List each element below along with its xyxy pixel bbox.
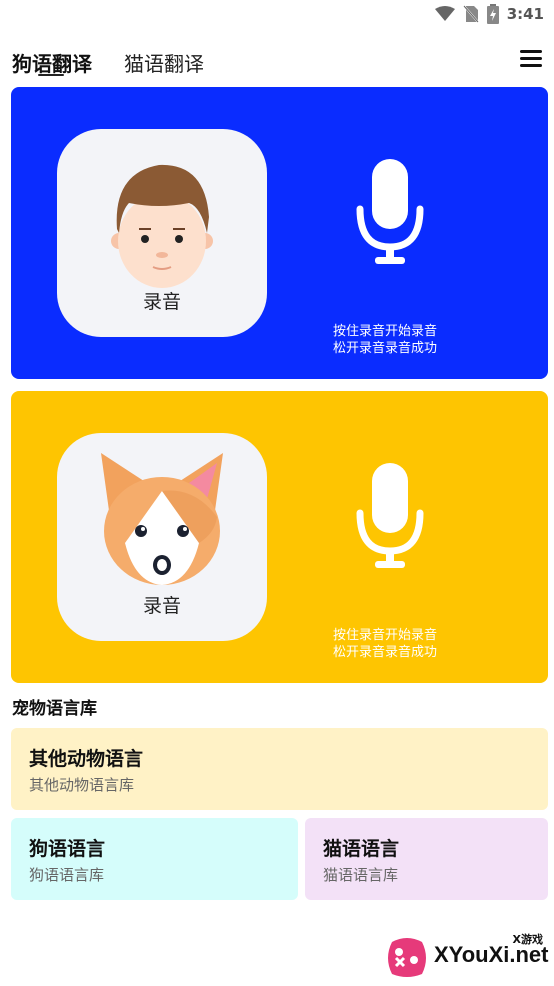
hint-line-1: 按住录音开始录音	[333, 628, 438, 643]
active-tab-indicator	[38, 74, 64, 76]
hamburger-menu-icon[interactable]	[520, 50, 542, 68]
boy-face-icon	[111, 164, 213, 288]
corgi-face-icon	[101, 453, 223, 585]
wifi-icon	[434, 6, 455, 21]
microphone-icon	[356, 159, 424, 264]
status-bar: 3:41	[0, 0, 554, 30]
hint-line-2: 松开录音录音成功	[333, 645, 438, 660]
library-item-cat[interactable]: 猫语语言 猫语语言库	[305, 818, 548, 900]
library-item-subtitle: 其他动物语言库	[29, 776, 135, 794]
dog-record-card: 录音 按住录音开始录音 松开录音录音成功	[11, 391, 548, 683]
record-hint: 按住录音开始录音 松开录音录音成功	[333, 323, 437, 357]
watermark-logo-icon	[388, 938, 426, 977]
status-icons: 3:41	[434, 4, 544, 24]
watermark: X游戏 XYouXi.net	[384, 930, 549, 980]
library-item-title: 猫语语言	[323, 838, 400, 860]
library-item-title: 其他动物语言	[29, 748, 144, 770]
tab-cat-translate[interactable]: 猫语翻译	[124, 48, 204, 77]
hint-line-1: 按住录音开始录音	[333, 324, 438, 339]
watermark-text: XYouXi.net	[434, 942, 549, 967]
library-item-dog[interactable]: 狗语语言 狗语语言库	[11, 818, 298, 900]
library-item-title: 狗语语言	[29, 838, 106, 860]
battery-icon	[486, 4, 499, 24]
status-time: 3:41	[506, 5, 544, 23]
library-section-title: 宠物语言库	[12, 699, 97, 719]
library-item-subtitle: 猫语语言库	[323, 866, 399, 884]
dog-record-button[interactable]: 录音	[57, 433, 267, 641]
tab-bar: 狗语翻译 猫语翻译	[0, 40, 554, 84]
hint-line-2: 松开录音录音成功	[333, 341, 438, 356]
human-record-card: 录音 按住录音开始录音 松开录音录音成功	[11, 87, 548, 379]
tab-dog-translate[interactable]: 狗语翻译	[12, 48, 92, 77]
microphone-icon	[356, 463, 424, 568]
no-sim-icon	[462, 5, 479, 23]
library-item-subtitle: 狗语语言库	[29, 866, 105, 884]
record-hint: 按住录音开始录音 松开录音录音成功	[333, 627, 437, 661]
library-item-other-animals[interactable]: 其他动物语言 其他动物语言库	[11, 728, 548, 810]
record-label: 录音	[142, 595, 181, 617]
record-label: 录音	[142, 291, 181, 313]
human-record-button[interactable]: 录音	[57, 129, 267, 337]
